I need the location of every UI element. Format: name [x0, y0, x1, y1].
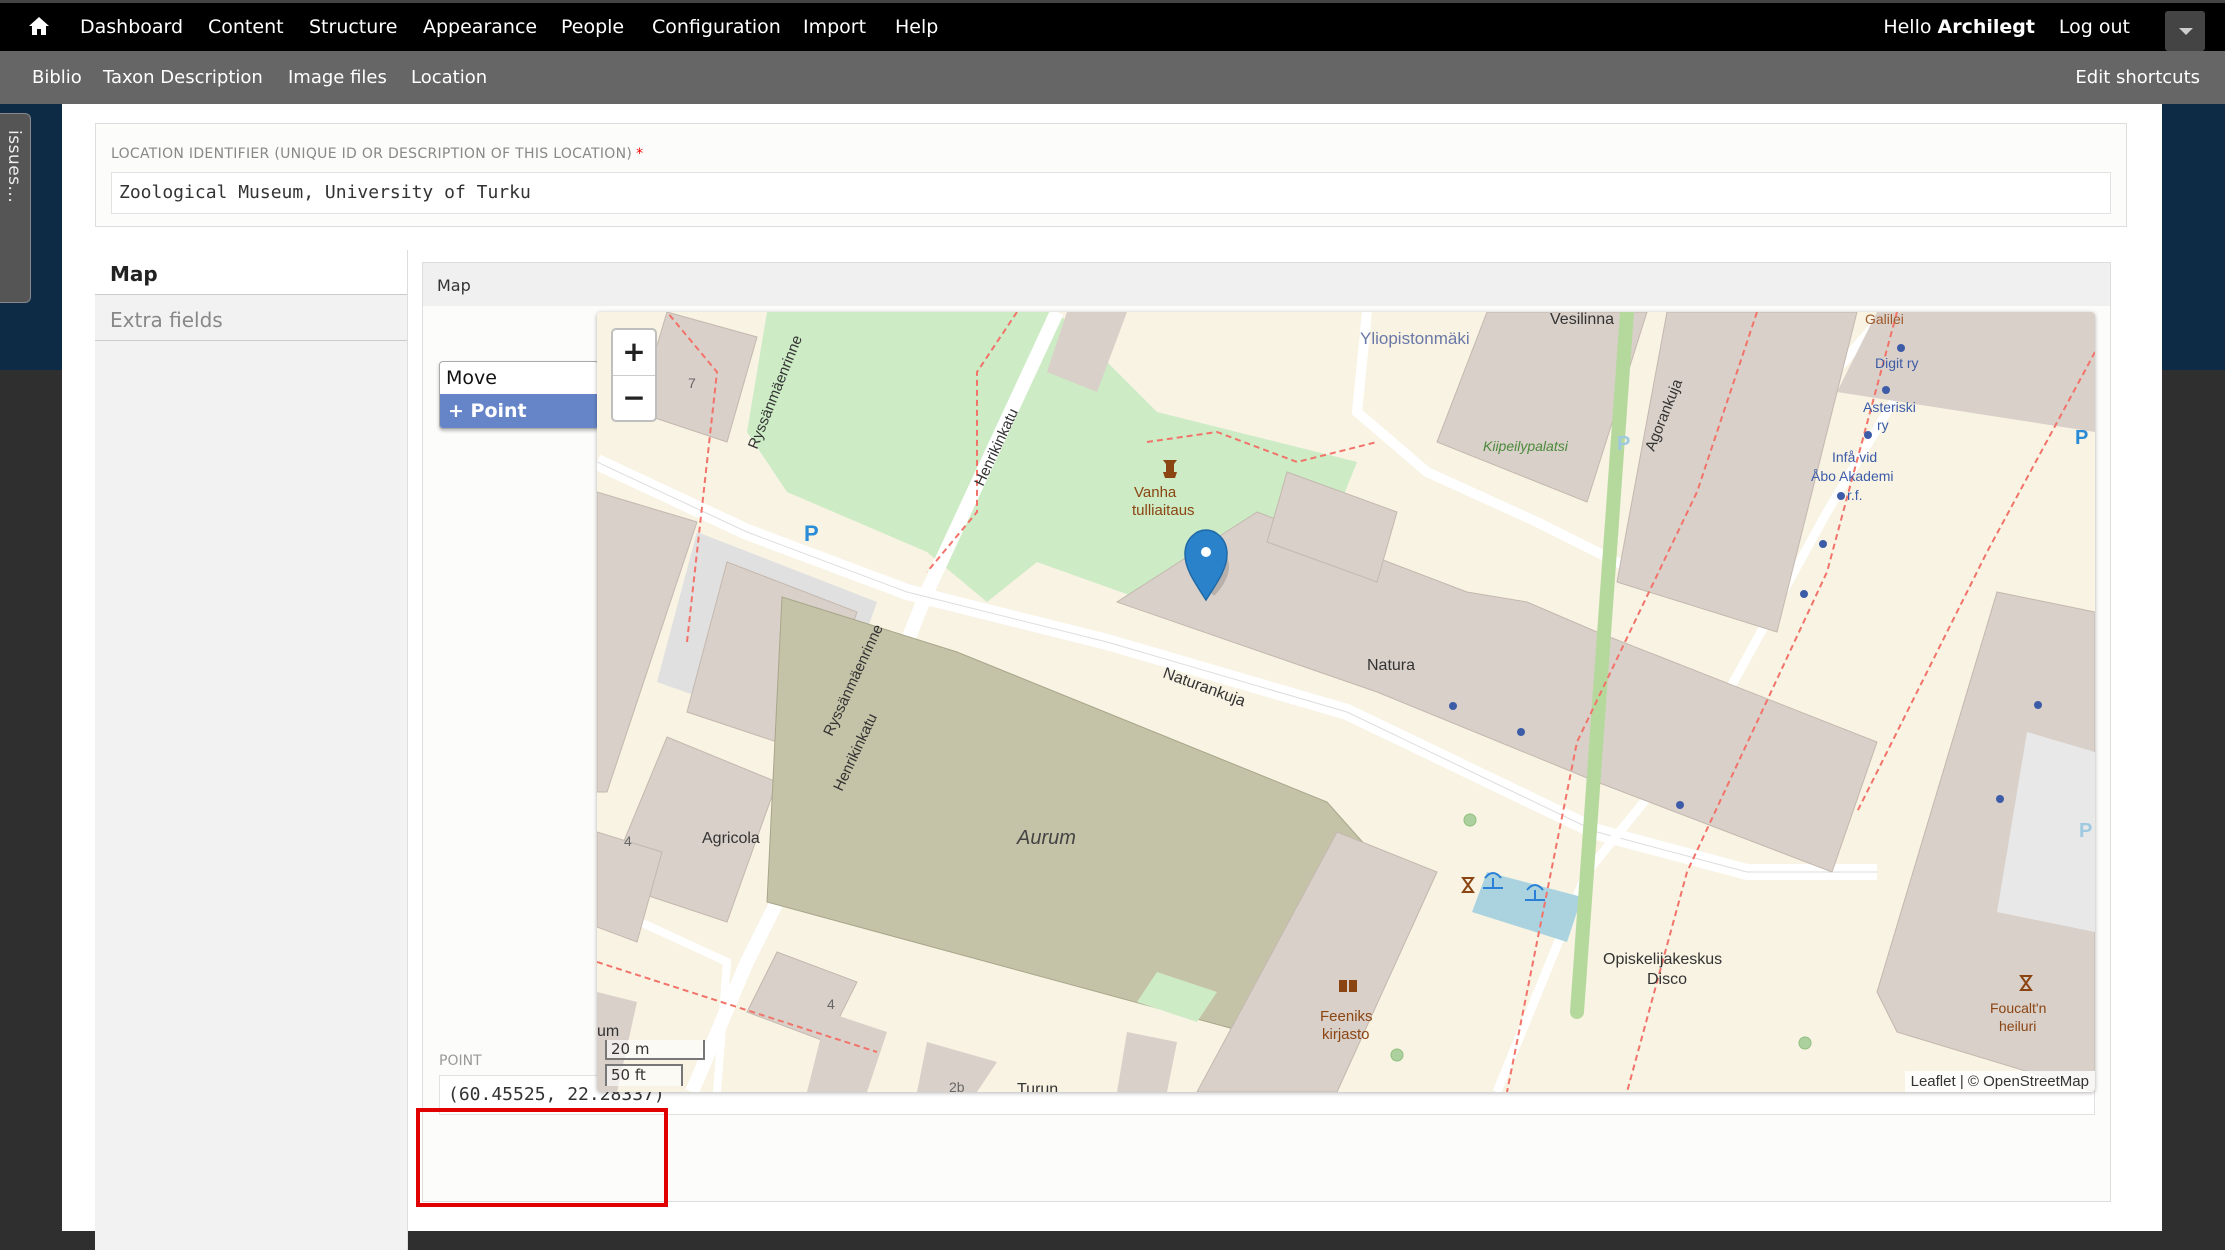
map-label-tulliaitaus: tulliaitaus — [1132, 502, 1195, 519]
map-label-parking-3: P — [2075, 427, 2088, 449]
username[interactable]: Archilegt — [1938, 16, 2035, 38]
map-label-aurum: Aurum — [1016, 827, 1076, 849]
map-label-abo-akademi: Åbo Akademi — [1811, 468, 1894, 484]
map-label-foucalt: Foucalt'n — [1990, 1000, 2046, 1016]
required-marker: * — [636, 146, 644, 162]
admin-toolbar: Dashboard Content Structure Appearance P… — [0, 0, 2225, 51]
edit-shortcuts-link[interactable]: Edit shortcuts — [2075, 67, 2200, 88]
map-panel-title: Map — [437, 276, 471, 295]
point-tool[interactable]: + Point — [440, 394, 598, 428]
tab-map[interactable]: Map — [95, 250, 407, 295]
tab-map-label: Map — [110, 262, 158, 286]
zoom-in-button[interactable]: + — [613, 330, 655, 376]
map-label-galilei: Galilei — [1865, 312, 1904, 327]
zoom-control: + − — [611, 328, 657, 422]
point-tool-label: + Point — [448, 400, 527, 422]
map-panel-header: Map — [423, 263, 2110, 306]
zoom-out-button[interactable]: − — [613, 376, 655, 421]
shortcut-biblio[interactable]: Biblio — [32, 67, 82, 88]
point-highlight-box — [416, 1108, 668, 1207]
map-label-kirjasto: kirjasto — [1322, 1026, 1370, 1043]
toolbar-import[interactable]: Import — [803, 16, 866, 38]
map-label-kiipeilypalatsi: Kiipeilypalatsi — [1483, 438, 1569, 454]
location-identifier-label: LOCATION IDENTIFIER (UNIQUE ID OR DESCRI… — [111, 146, 643, 162]
toolbar-help[interactable]: Help — [895, 16, 938, 38]
toolbar-structure[interactable]: Structure — [309, 16, 397, 38]
map-label-vesilinna: Vesilinna — [1550, 312, 1614, 328]
map-label-vanha: Vanha — [1134, 484, 1177, 501]
toolbar-toggle-button[interactable] — [2165, 11, 2205, 51]
map-label-7: 7 — [688, 375, 696, 391]
map-label-rf: r.f. — [1847, 487, 1863, 503]
map-label-turun: Turun — [1017, 1081, 1058, 1092]
move-tool-label: Move — [446, 367, 497, 389]
toolbar-dashboard[interactable]: Dashboard — [80, 16, 183, 38]
logout-link[interactable]: Log out — [2059, 16, 2130, 38]
toolbar-configuration[interactable]: Configuration — [652, 16, 781, 38]
map-label-asteriski: Asteriski — [1863, 399, 1916, 415]
scale-imperial: 50 ft — [605, 1064, 683, 1086]
map-label-disco: Disco — [1647, 971, 1687, 988]
home-icon[interactable] — [28, 16, 50, 36]
shortcut-image-files[interactable]: Image files — [288, 67, 387, 88]
location-identifier-input[interactable]: Zoological Museum, University of Turku — [111, 172, 2111, 214]
map-label-asteriski-ry: ry — [1877, 417, 1889, 433]
map-label-4a: 4 — [624, 833, 632, 849]
shortcut-taxon-description[interactable]: Taxon Description — [103, 67, 263, 88]
toolbar-content[interactable]: Content — [208, 16, 284, 38]
map-label-digit: Digit ry — [1875, 355, 1919, 371]
scale-metric: 20 m — [605, 1040, 705, 1060]
issues-tab[interactable]: issues... — [0, 113, 31, 303]
toolbar-people[interactable]: People — [561, 16, 624, 38]
map-label-natura: Natura — [1367, 657, 1415, 674]
map-label-um: um — [597, 1023, 619, 1040]
map-label-feeniks: Feeniks — [1320, 1008, 1373, 1025]
toolbar-appearance[interactable]: Appearance — [423, 16, 537, 38]
tab-extra-fields-label: Extra fields — [110, 308, 223, 332]
map-label-opiskelijakeskus: Opiskelijakeskus — [1603, 951, 1722, 968]
map-label-parking-1: P — [804, 521, 819, 546]
shortcut-location[interactable]: Location — [411, 67, 487, 88]
location-identifier-label-text: LOCATION IDENTIFIER (UNIQUE ID OR DESCRI… — [111, 146, 633, 162]
tab-extra-fields[interactable]: Extra fields — [95, 296, 407, 341]
map-label-2b: 2b — [949, 1079, 965, 1092]
map-label-agricola: Agricola — [702, 830, 760, 847]
vertical-tabs: Map Extra fields — [95, 250, 408, 1250]
map-label-parking-2: P — [1617, 433, 1630, 455]
map-label-parking-4: P — [2079, 820, 2092, 842]
greeting-prefix: Hello — [1883, 16, 1932, 38]
point-label: POINT — [439, 1053, 482, 1069]
map-attribution[interactable]: Leaflet | © OpenStreetMap — [1904, 1071, 2095, 1092]
shortcuts-bar: Biblio Taxon Description Image files Loc… — [0, 51, 2225, 104]
move-tool[interactable]: Move — [440, 362, 598, 394]
map-label-4b: 4 — [827, 996, 835, 1012]
location-identifier-fieldset: LOCATION IDENTIFIER (UNIQUE ID OR DESCRI… — [95, 123, 2127, 227]
issues-tab-label: issues... — [4, 130, 24, 204]
map-label-yliopistonmaki: Yliopistonmäki — [1360, 329, 1470, 348]
map-label-heiluri: heiluri — [1999, 1018, 2036, 1034]
greeting: Hello Archilegt — [1883, 16, 2035, 38]
map-draw-toolbox: Move + Point — [439, 361, 599, 429]
map-tiles[interactable]: Vesilinna Yliopistonmäki Galilei Digit r… — [597, 312, 2095, 1092]
leaflet-map[interactable]: Vesilinna Yliopistonmäki Galilei Digit r… — [597, 312, 2095, 1092]
map-label-infa: Infå vid — [1832, 449, 1877, 465]
